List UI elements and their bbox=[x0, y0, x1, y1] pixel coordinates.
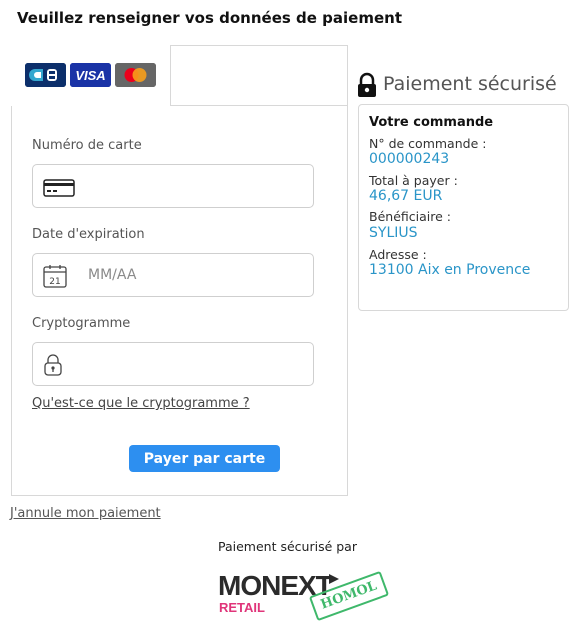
tab-divider bbox=[171, 105, 348, 106]
total-value: 46,67 EUR bbox=[369, 188, 443, 204]
expiry-label: Date d'expiration bbox=[32, 227, 145, 242]
cancel-payment-link[interactable]: J'annule mon paiement bbox=[10, 506, 161, 521]
lock-icon bbox=[357, 72, 377, 98]
svg-text:VISA: VISA bbox=[75, 68, 105, 83]
svg-text:21: 21 bbox=[49, 277, 60, 287]
retail-logo-text: RETAIL bbox=[219, 600, 265, 615]
secure-payment-title: Paiement sécurisé bbox=[383, 73, 557, 95]
cvv-input[interactable] bbox=[32, 342, 314, 386]
secured-by-label: Paiement sécurisé par bbox=[218, 539, 357, 554]
pay-by-card-button[interactable]: Payer par carte bbox=[129, 445, 280, 472]
visa-logo-icon: VISA bbox=[70, 63, 111, 87]
padlock-icon bbox=[43, 353, 63, 381]
total-label: Total à payer : bbox=[369, 173, 458, 188]
order-number-label: N° de commande : bbox=[369, 136, 487, 151]
mastercard-logo-icon bbox=[115, 63, 156, 87]
address-value: 13100 Aix en Provence bbox=[369, 262, 531, 278]
cb-logo-icon bbox=[25, 63, 66, 87]
card-number-label: Numéro de carte bbox=[32, 138, 142, 153]
cvv-label: Cryptogramme bbox=[32, 316, 131, 331]
cvv-help-link[interactable]: Qu'est-ce que le cryptogramme ? bbox=[32, 396, 250, 411]
address-label: Adresse : bbox=[369, 247, 427, 262]
expiry-input[interactable]: 21 MM/AA bbox=[32, 253, 314, 297]
card-number-input[interactable] bbox=[32, 164, 314, 208]
expiry-placeholder: MM/AA bbox=[88, 267, 137, 283]
beneficiary-label: Bénéficiaire : bbox=[369, 209, 451, 224]
beneficiary-value: SYLIUS bbox=[369, 225, 418, 241]
calendar-icon: 21 bbox=[43, 264, 67, 292]
page-title: Veuillez renseigner vos données de paiem… bbox=[17, 9, 402, 27]
order-heading: Votre commande bbox=[369, 115, 494, 130]
credit-card-icon bbox=[43, 179, 75, 201]
order-number-value: 000000243 bbox=[369, 151, 450, 167]
